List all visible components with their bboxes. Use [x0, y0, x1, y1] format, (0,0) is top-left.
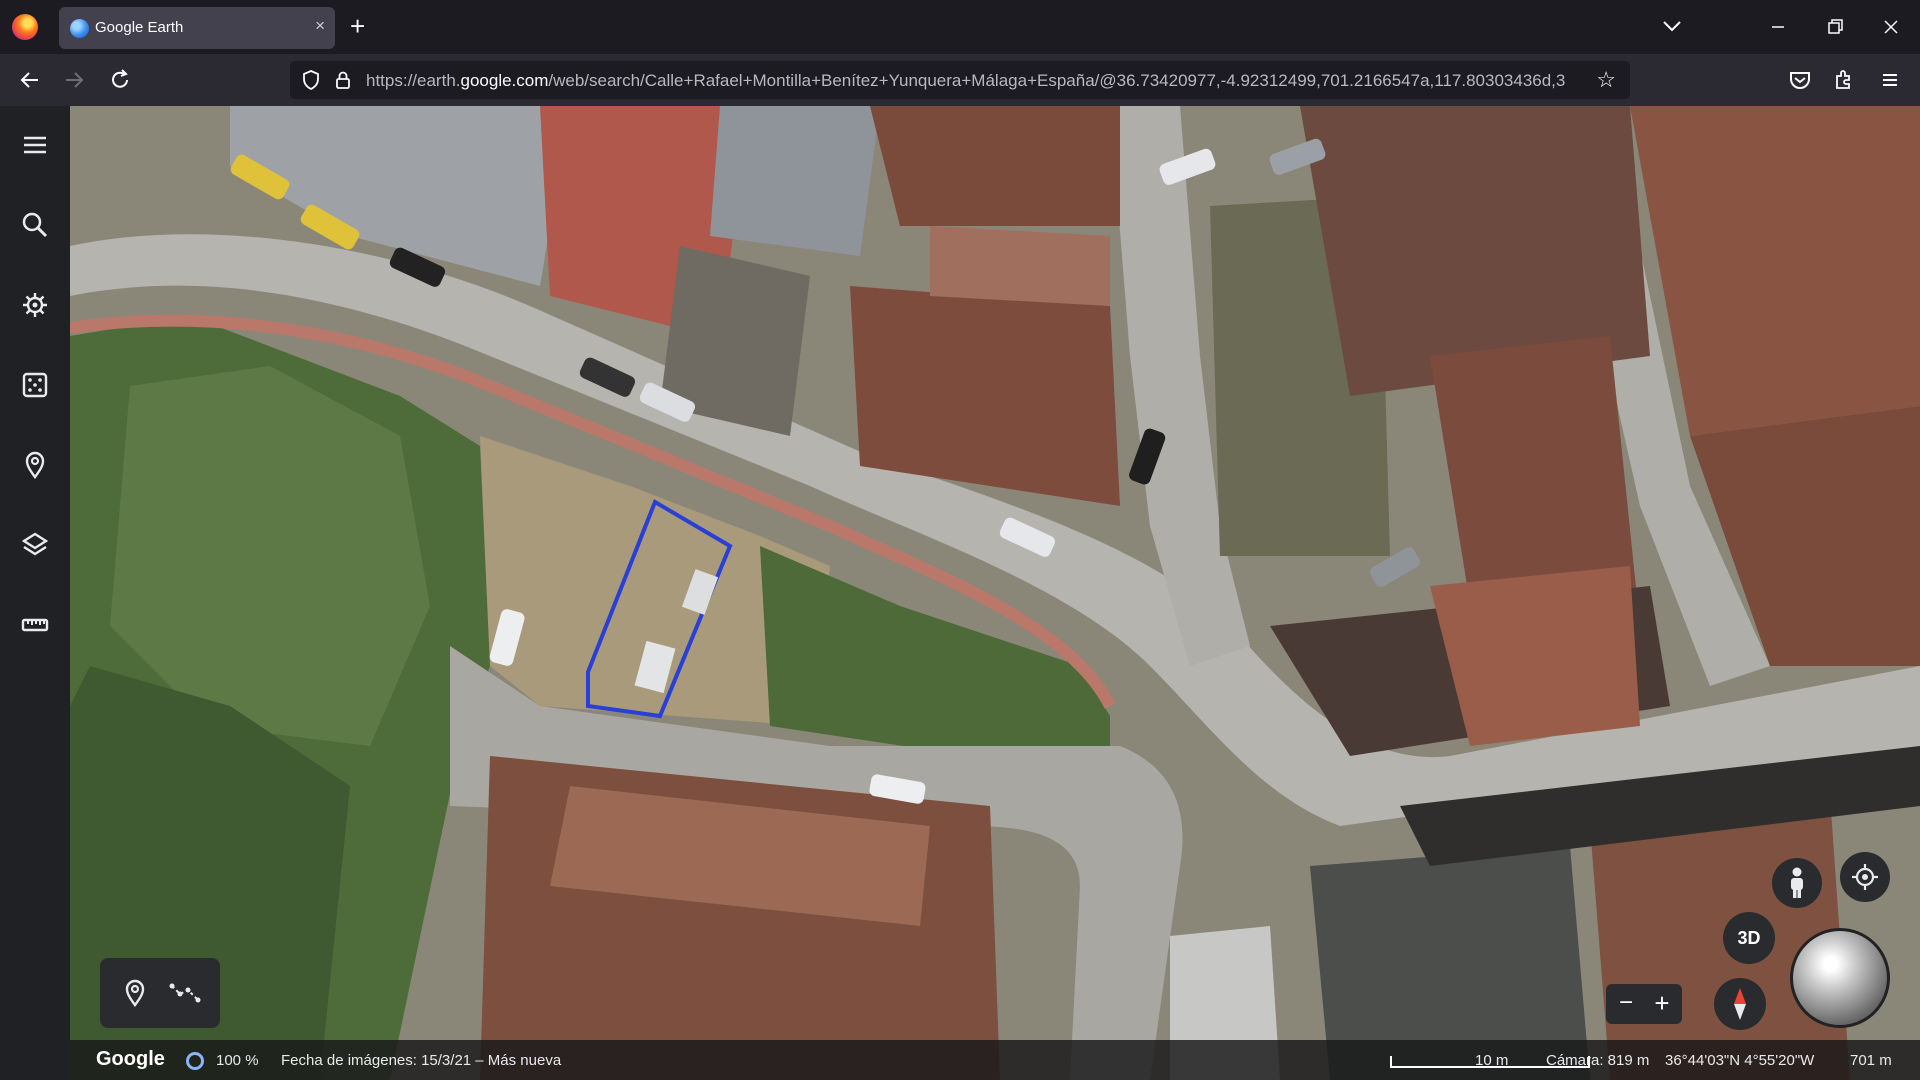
compass-needle-icon	[1734, 988, 1746, 1020]
loading-progress-icon	[186, 1052, 204, 1070]
restore-icon[interactable]	[1820, 12, 1850, 42]
back-arrow-icon[interactable]	[14, 64, 46, 96]
zoom-out-button[interactable]: −	[1616, 989, 1636, 1017]
draw-line-icon[interactable]	[168, 978, 202, 1008]
globe-minimap[interactable]	[1790, 928, 1890, 1028]
browser-tab-bar: Google Earth × +	[0, 0, 1920, 54]
search-icon[interactable]	[19, 209, 51, 241]
projects-pin-icon[interactable]	[19, 449, 51, 481]
status-bar: Google 100 % Fecha de imágenes: 15/3/21 …	[70, 1040, 1920, 1080]
satellite-imagery	[70, 106, 1920, 1080]
add-placemark-icon[interactable]	[120, 978, 150, 1008]
reload-icon[interactable]	[104, 64, 136, 96]
firefox-logo-icon[interactable]	[12, 14, 38, 40]
tab-google-earth[interactable]: Google Earth ×	[59, 7, 335, 49]
close-window-icon[interactable]	[1876, 12, 1906, 42]
crosshair-icon	[1852, 864, 1878, 890]
voyager-wheel-icon[interactable]	[19, 289, 51, 321]
pocket-icon[interactable]	[1784, 64, 1816, 96]
forward-arrow-icon[interactable]	[58, 64, 90, 96]
earth-sidebar	[0, 106, 70, 1080]
camera-altitude: Cámara: 819 m	[1546, 1052, 1650, 1069]
pegman-icon	[1791, 867, 1803, 898]
feeling-lucky-dice-icon[interactable]	[19, 369, 51, 401]
hamburger-menu-icon[interactable]	[19, 129, 51, 161]
load-percentage: 100 %	[216, 1052, 259, 1069]
tab-title: Google Earth	[95, 19, 184, 36]
toggle-3d-button[interactable]: 3D	[1723, 912, 1775, 964]
google-logo: Google	[96, 1048, 165, 1070]
menu-icon[interactable]	[1874, 64, 1906, 96]
extensions-icon[interactable]	[1828, 64, 1860, 96]
ground-elevation: 701 m	[1850, 1052, 1892, 1069]
minimize-icon[interactable]	[1763, 12, 1793, 42]
my-location-button[interactable]	[1840, 852, 1890, 902]
chevron-down-icon[interactable]	[1660, 14, 1684, 38]
satellite-map-view[interactable]	[70, 106, 1920, 1080]
map-style-layers-icon[interactable]	[19, 529, 51, 561]
google-earth-favicon-icon	[70, 19, 89, 38]
tab-close-icon[interactable]: ×	[315, 16, 325, 36]
scale-label: 10 m	[1475, 1052, 1509, 1069]
drawing-tools-panel	[100, 958, 220, 1028]
imagery-date[interactable]: Fecha de imágenes: 15/3/21 – Más nueva	[281, 1052, 561, 1069]
shield-icon[interactable]	[300, 69, 322, 91]
coordinates: 36°44'03"N 4°55'20"W	[1665, 1052, 1815, 1069]
new-tab-button[interactable]: +	[350, 9, 365, 43]
bookmark-star-icon[interactable]: ☆	[1596, 67, 1616, 93]
url-text: https://earth.google.com/web/search/Call…	[366, 71, 1566, 90]
zoom-control: − +	[1606, 984, 1682, 1024]
browser-nav-bar: https://earth.google.com/web/search/Call…	[0, 54, 1920, 106]
measure-ruler-icon[interactable]	[19, 609, 51, 641]
street-view-pegman-button[interactable]	[1772, 858, 1822, 908]
url-bar[interactable]: https://earth.google.com/web/search/Call…	[290, 61, 1630, 99]
zoom-in-button[interactable]: +	[1652, 988, 1672, 1019]
compass-button[interactable]	[1714, 978, 1766, 1030]
lock-icon[interactable]	[332, 69, 354, 91]
